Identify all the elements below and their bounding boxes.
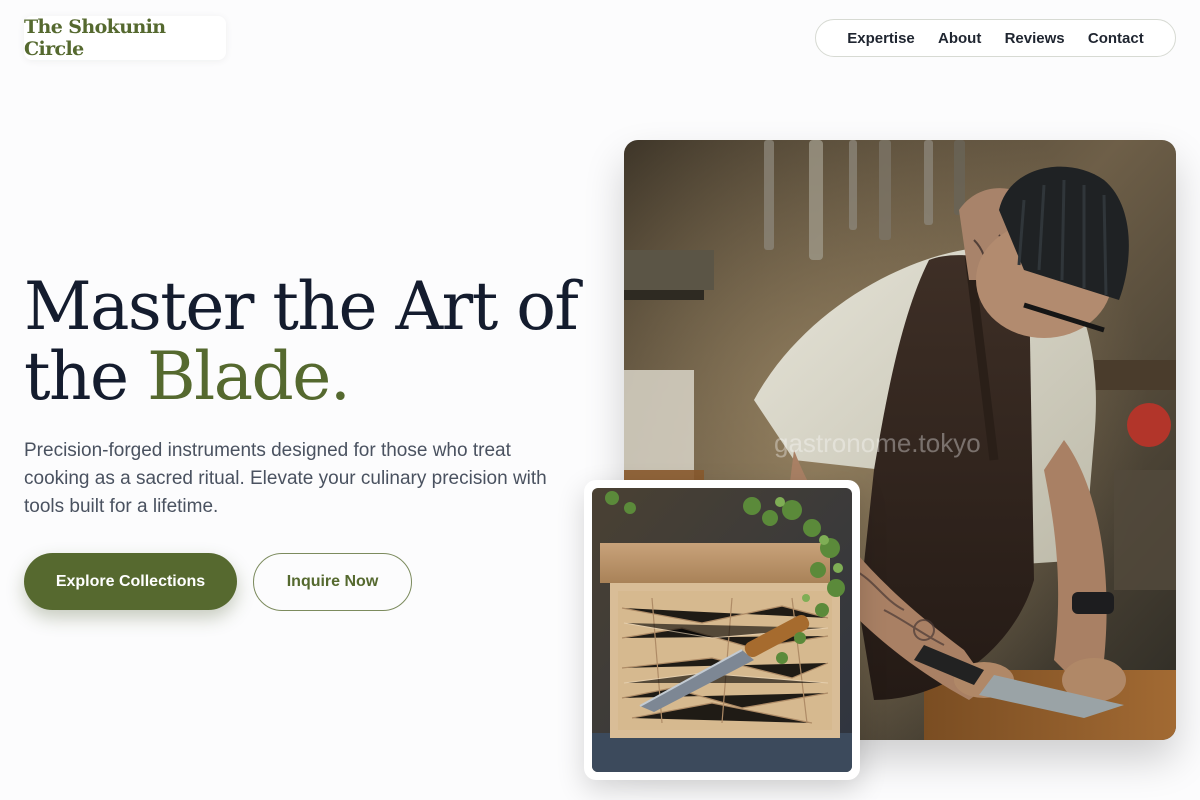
brand-name: The Shokunin Circle bbox=[24, 16, 166, 60]
nav-link-contact[interactable]: Contact bbox=[1088, 30, 1144, 47]
main-nav: Expertise About Reviews Contact bbox=[815, 19, 1176, 57]
knife-box-photo-card bbox=[584, 480, 860, 780]
hero-subtitle: Precision-forged instruments designed fo… bbox=[24, 440, 547, 517]
knife-box-photo bbox=[592, 488, 852, 772]
nav-link-about[interactable]: About bbox=[938, 30, 981, 47]
nav-link-expertise[interactable]: Expertise bbox=[847, 30, 915, 47]
photo-watermark: gastronome.tokyo bbox=[774, 428, 981, 458]
hero-headline: Master the Art of the Blade. bbox=[24, 272, 604, 412]
brand-logo[interactable]: The Shokunin Circle bbox=[24, 16, 226, 60]
headline-part-1: Master the Art of bbox=[24, 268, 579, 345]
inquire-now-button[interactable]: Inquire Now bbox=[253, 553, 412, 611]
headline-part-2: the bbox=[24, 338, 129, 415]
explore-collections-button[interactable]: Explore Collections bbox=[24, 553, 237, 610]
nav-link-reviews[interactable]: Reviews bbox=[1005, 30, 1065, 47]
headline-accent: Blade. bbox=[147, 338, 351, 415]
